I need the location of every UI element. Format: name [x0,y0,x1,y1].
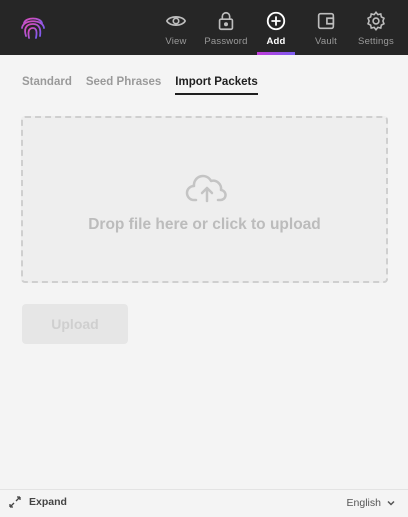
eye-icon [165,16,187,26]
nav-label-add: Add [266,36,286,47]
chevron-down-icon [387,500,395,506]
wallet-icon [317,12,335,30]
nav-label-settings: Settings [358,36,394,47]
language-select[interactable]: English [347,497,396,509]
nav-item-password[interactable]: Password [202,0,250,55]
nav-label-view: View [165,36,187,47]
gear-icon [367,11,385,31]
top-nav-bar: View Password Add Vault Settings [0,0,408,55]
footer-bar: Expand English [0,489,408,517]
nav-item-add[interactable]: Add [257,0,295,55]
plus-circle-icon [266,11,286,31]
import-tabs: Standard Seed Phrases Import Packets [22,76,258,95]
expand-arrows-icon [9,496,21,508]
language-value: English [346,497,381,509]
tab-import-packets[interactable]: Import Packets [175,76,258,95]
nav-item-settings[interactable]: Settings [356,0,396,55]
tab-standard[interactable]: Standard [22,76,72,95]
expand-button[interactable]: Expand [9,496,67,508]
fingerprint-logo-icon [21,17,45,40]
tab-seed-phrases[interactable]: Seed Phrases [86,76,161,95]
cloud-upload-icon [185,174,227,203]
file-dropzone[interactable]: Drop file here or click to upload [21,116,388,283]
upload-button[interactable]: Upload [22,304,128,344]
nav-label-vault: Vault [315,36,337,47]
active-tab-indicator [257,52,295,55]
nav-item-view[interactable]: View [164,0,188,55]
expand-label: Expand [29,496,67,508]
dropzone-text: Drop file here or click to upload [88,216,321,233]
nav-label-password: Password [204,36,248,47]
nav-item-vault[interactable]: Vault [313,0,339,55]
lock-icon [218,11,234,31]
